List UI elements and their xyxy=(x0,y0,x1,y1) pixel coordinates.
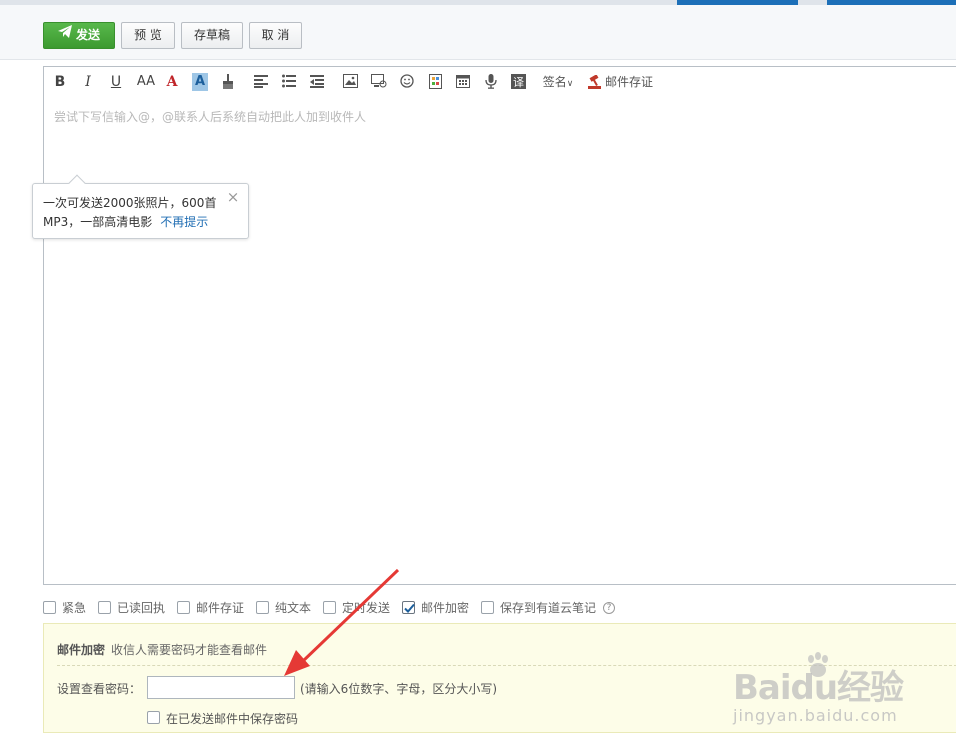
mail-cert-label: 邮件存证 xyxy=(605,75,654,89)
tip-text-line1: 一次可发送2000张照片，600首 xyxy=(43,196,217,210)
align-left-icon[interactable] xyxy=(253,73,269,91)
password-input[interactable] xyxy=(147,676,295,699)
save-password-label: 在已发送邮件中保存密码 xyxy=(166,712,299,726)
option-label: 紧急 xyxy=(62,601,87,615)
emoji-icon[interactable] xyxy=(399,73,415,91)
tip-text-line2: MP3，一部高清电影 不再提示 xyxy=(43,213,208,230)
checkbox-checked[interactable] xyxy=(402,601,415,614)
encryption-panel: 邮件加密 收信人需要密码才能查看邮件 设置查看密码： (请输入6位数字、字母，区… xyxy=(43,623,956,733)
underline-button[interactable]: U xyxy=(108,73,124,91)
password-hint: (请输入6位数字、字母，区分大小写) xyxy=(300,682,497,696)
checkbox[interactable] xyxy=(177,601,190,614)
encryption-description: 收信人需要密码才能查看邮件 xyxy=(111,643,268,657)
checkbox[interactable] xyxy=(98,601,111,614)
editor-placeholder[interactable]: 尝试下写信输入@，@联系人后系统自动把此人加到收件人 xyxy=(54,108,366,125)
preview-button[interactable]: 预 览 xyxy=(121,22,175,49)
close-icon[interactable]: × xyxy=(226,190,240,205)
dont-show-again-link[interactable]: 不再提示 xyxy=(160,215,208,229)
option-label: 已读回执 xyxy=(117,601,166,615)
encryption-title: 邮件加密 xyxy=(57,643,106,657)
checkbox[interactable] xyxy=(43,601,56,614)
mail-cert-button[interactable]: 邮件存证 xyxy=(588,73,658,91)
option-label: 保存到有道云笔记 xyxy=(500,601,597,615)
bold-button[interactable]: B xyxy=(52,73,68,91)
signature-label: 签名 xyxy=(542,75,567,89)
calendar-icon[interactable] xyxy=(455,73,471,91)
checkbox[interactable] xyxy=(481,601,494,614)
divider xyxy=(57,665,956,666)
voice-icon[interactable] xyxy=(483,73,499,91)
svg-text:译: 译 xyxy=(513,76,524,89)
font-size-button[interactable]: AA xyxy=(136,73,156,91)
chevron-down-icon: ∨ xyxy=(566,79,574,89)
option-label: 邮件存证 xyxy=(196,601,245,615)
send-options: 紧急 已读回执 邮件存证 纯文本 定时发送 邮件加密 保存到有道云笔记 ? xyxy=(43,599,956,617)
option-label: 纯文本 xyxy=(275,601,312,615)
tip-text-line2-main: MP3，一部高清电影 xyxy=(43,215,153,229)
check-icon xyxy=(404,603,415,613)
checkbox[interactable] xyxy=(323,601,336,614)
save-draft-button[interactable]: 存草稿 xyxy=(181,22,243,49)
gavel-icon xyxy=(588,75,601,89)
translate-icon[interactable]: 译 xyxy=(510,73,526,91)
send-plane-icon xyxy=(57,22,72,47)
help-icon[interactable]: ? xyxy=(603,602,615,614)
password-label: 设置查看密码： xyxy=(57,682,142,696)
option-label: 邮件加密 xyxy=(421,601,470,615)
bg-color-button[interactable]: A xyxy=(192,73,208,91)
bullet-list-icon[interactable] xyxy=(281,73,297,91)
template-icon[interactable] xyxy=(427,73,443,91)
option-label: 定时发送 xyxy=(342,601,391,615)
editor-toolbar: B I U AA A A 译 签名∨ 邮件存证 xyxy=(44,67,956,97)
outdent-icon[interactable] xyxy=(309,73,325,91)
italic-button[interactable]: I xyxy=(80,73,96,91)
font-color-button[interactable]: A xyxy=(164,73,180,91)
tip-popup: 一次可发送2000张照片，600首 MP3，一部高清电影 不再提示 × xyxy=(32,174,249,239)
insert-image-icon[interactable] xyxy=(342,73,358,91)
screenshot-icon[interactable] xyxy=(370,73,388,91)
editor-frame: B I U AA A A 译 签名∨ 邮件存证 尝试下写信输入@，@联系人后系统… xyxy=(43,66,956,585)
signature-dropdown[interactable]: 签名∨ xyxy=(540,73,576,91)
format-brush-icon[interactable] xyxy=(219,73,237,91)
checkbox[interactable] xyxy=(147,711,160,724)
send-label: 发送 xyxy=(75,28,100,42)
cancel-button[interactable]: 取 消 xyxy=(249,22,302,49)
checkbox[interactable] xyxy=(256,601,269,614)
send-button[interactable]: 发送 xyxy=(43,22,115,49)
